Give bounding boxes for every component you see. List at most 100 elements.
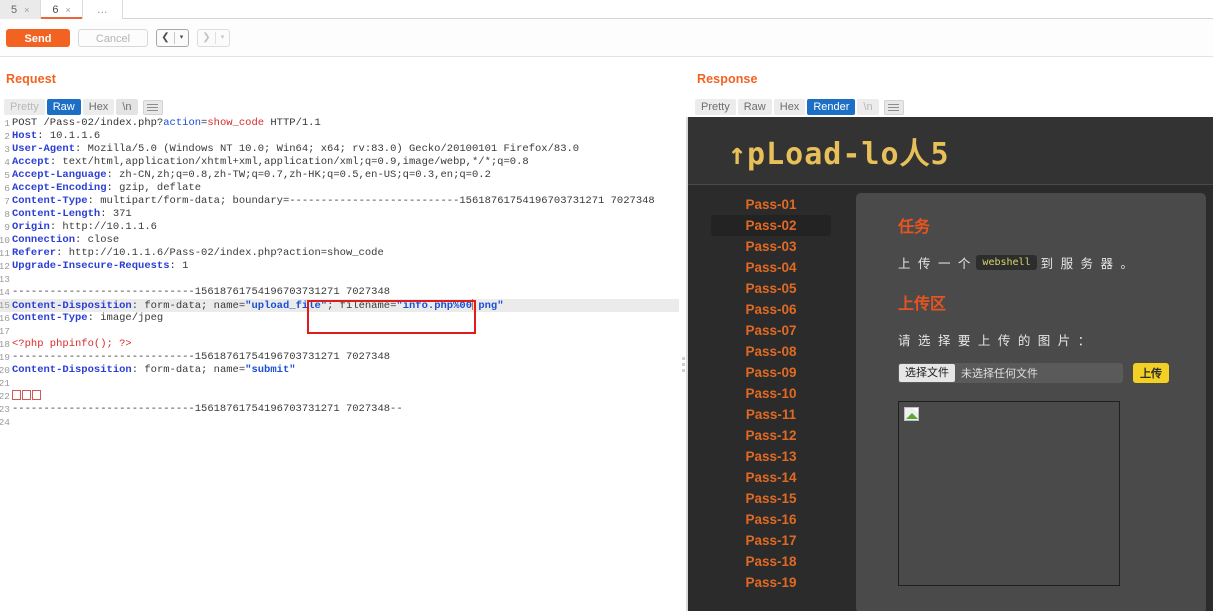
nav-item-pass-04[interactable]: Pass-04	[711, 257, 831, 278]
rendered-response: ↑pLoad-lo人5 Pass-01 Pass-02 Pass-03 Pass-04…	[688, 117, 1213, 611]
nav-item-pass-05[interactable]: Pass-05	[711, 278, 831, 299]
code-token: .png"	[472, 300, 504, 312]
nav-item-pass-18[interactable]: Pass-18	[711, 551, 831, 572]
response-menu-icon[interactable]	[883, 99, 904, 115]
request-line[interactable]: 1 POST /Pass-02/index.php?action=show_cod…	[0, 117, 679, 130]
request-line[interactable]: 2 Host: 10.1.1.6	[0, 130, 679, 143]
request-line[interactable]: 16 Content-Type: image/jpeg	[0, 312, 679, 325]
repeater-tab-6-label: 6	[52, 3, 59, 16]
code-token: Accept	[12, 156, 50, 168]
choose-file-button[interactable]: 选择文件	[899, 364, 955, 382]
request-line[interactable]: 22	[0, 390, 679, 403]
nav-item-pass-17[interactable]: Pass-17	[711, 530, 831, 551]
file-input[interactable]: 选择文件 未选择任何文件	[898, 363, 1123, 383]
nav-item-pass-15[interactable]: Pass-15	[711, 488, 831, 509]
response-view-toggle: Pretty Raw Hex Render \n	[695, 99, 904, 115]
request-view-hex[interactable]: Hex	[82, 99, 115, 115]
request-line[interactable]: 10 Connection: close	[0, 234, 679, 247]
nav-item-pass-06[interactable]: Pass-06	[711, 299, 831, 320]
line-number: 19	[0, 352, 10, 363]
code-token: Referer	[12, 247, 57, 259]
request-line[interactable]: 18 <?php phpinfo(); ?>	[0, 338, 679, 351]
request-line[interactable]: 3 User-Agent: Mozilla/5.0 (Windows NT 10.…	[0, 143, 679, 156]
repeater-tab-6[interactable]: 6 ×	[41, 0, 83, 19]
nav-item-pass-02[interactable]: Pass-02	[711, 215, 831, 236]
line-number: 8	[4, 209, 10, 220]
response-view-render[interactable]: Render	[807, 99, 856, 115]
code-token: -----------------------------15618761754…	[12, 403, 403, 415]
line-number: 22	[0, 391, 10, 402]
request-line[interactable]: 9 Origin: http://10.1.1.6	[0, 221, 679, 234]
response-view-hex[interactable]: Hex	[773, 99, 806, 115]
site-header: ↑pLoad-lo人5	[688, 117, 1213, 185]
repeater-tab-5-label: 5	[11, 3, 18, 16]
cancel-button[interactable]: Cancel	[78, 28, 148, 47]
tab-strip-filler	[122, 0, 1213, 18]
code-token: "info.php%00	[396, 300, 473, 312]
request-line[interactable]: 8 Content-Length: 371	[0, 208, 679, 221]
request-line[interactable]: 7 Content-Type: multipart/form-data; boun…	[0, 195, 679, 208]
request-line[interactable]: 6 Accept-Encoding: gzip, deflate	[0, 182, 679, 195]
line-number: 1	[4, 118, 10, 129]
code-token: Content-Type	[12, 195, 88, 207]
request-line[interactable]: 11 Referer: http://10.1.1.6/Pass-02/index…	[0, 247, 679, 260]
request-menu-icon[interactable]	[142, 99, 163, 115]
nav-item-pass-09[interactable]: Pass-09	[711, 362, 831, 383]
request-line[interactable]: 14 -----------------------------156187617…	[0, 286, 679, 299]
upload-submit-button[interactable]: 上传	[1133, 363, 1169, 383]
code-token: show_code	[207, 117, 265, 129]
repeater-tab-strip: 5 × 6 × …	[0, 0, 1213, 19]
nav-item-pass-16[interactable]: Pass-16	[711, 509, 831, 530]
repeater-tab-5[interactable]: 5 ×	[0, 0, 42, 19]
broken-image-icon	[904, 407, 919, 421]
unprintable-char-glyph	[32, 390, 41, 400]
request-line[interactable]: 12 Upgrade-Insecure-Requests: 1	[0, 260, 679, 273]
close-icon[interactable]: ×	[66, 5, 71, 15]
request-line[interactable]: 24	[0, 416, 679, 429]
nav-item-pass-07[interactable]: Pass-07	[711, 320, 831, 341]
nav-item-pass-19[interactable]: Pass-19	[711, 572, 831, 593]
nav-item-pass-01[interactable]: Pass-01	[711, 194, 831, 215]
response-view-pretty[interactable]: Pretty	[695, 99, 736, 115]
code-token: POST /Pass-02/index.php?	[12, 117, 164, 129]
request-line[interactable]: 21	[0, 377, 679, 390]
line-number: 3	[4, 144, 10, 155]
request-view-newline[interactable]: \n	[116, 99, 138, 115]
response-view-raw[interactable]: Raw	[737, 99, 772, 115]
request-view-raw[interactable]: Raw	[46, 99, 81, 115]
request-line[interactable]: 23 -----------------------------156187617…	[0, 403, 679, 416]
tab-overflow-button[interactable]: …	[82, 0, 123, 19]
chevron-down-icon[interactable]: ▾	[175, 30, 188, 46]
upload-area-heading: 上传区	[898, 296, 947, 313]
close-icon[interactable]: ×	[24, 5, 29, 15]
nav-item-pass-08[interactable]: Pass-08	[711, 341, 831, 362]
nav-item-pass-12[interactable]: Pass-12	[711, 425, 831, 446]
request-line[interactable]: 13	[0, 273, 679, 286]
code-token: Accept-Language	[12, 169, 107, 181]
request-line[interactable]: 20 Content-Disposition: form-data; name="…	[0, 364, 679, 377]
response-view-newline[interactable]: \n	[857, 99, 879, 115]
line-number: 13	[0, 274, 10, 285]
chevron-left-icon[interactable]: ❮	[157, 30, 174, 46]
chevron-down-icon[interactable]: ▾	[216, 30, 229, 46]
request-line[interactable]: 19 -----------------------------156187617…	[0, 351, 679, 364]
request-editor[interactable]: 1 POST /Pass-02/index.php?action=show_cod…	[0, 117, 679, 611]
history-forward-group[interactable]: ❯ ▾	[197, 28, 230, 47]
request-view-pretty[interactable]: Pretty	[4, 99, 45, 115]
request-line[interactable]: 17	[0, 325, 679, 338]
request-line[interactable]: 5 Accept-Language: zh-CN,zh;q=0.8,zh-TW;q…	[0, 169, 679, 182]
history-back-group[interactable]: ❮ ▾	[156, 28, 189, 47]
line-number: 24	[0, 417, 10, 428]
nav-item-pass-10[interactable]: Pass-10	[711, 383, 831, 404]
nav-item-pass-03[interactable]: Pass-03	[711, 236, 831, 257]
upload-form-row: 选择文件 未选择任何文件 上传	[898, 363, 1206, 383]
nav-item-pass-13[interactable]: Pass-13	[711, 446, 831, 467]
code-token: "submit"	[245, 364, 296, 376]
send-button[interactable]: Send	[6, 28, 70, 47]
nav-item-pass-11[interactable]: Pass-11	[711, 404, 831, 425]
nav-item-pass-14[interactable]: Pass-14	[711, 467, 831, 488]
request-line[interactable]: 15 Content-Disposition: form-data; name="…	[0, 299, 679, 312]
request-line[interactable]: 4 Accept: text/html,application/xhtml+xml…	[0, 156, 679, 169]
line-number: 16	[0, 313, 10, 324]
chevron-right-icon[interactable]: ❯	[198, 30, 215, 46]
